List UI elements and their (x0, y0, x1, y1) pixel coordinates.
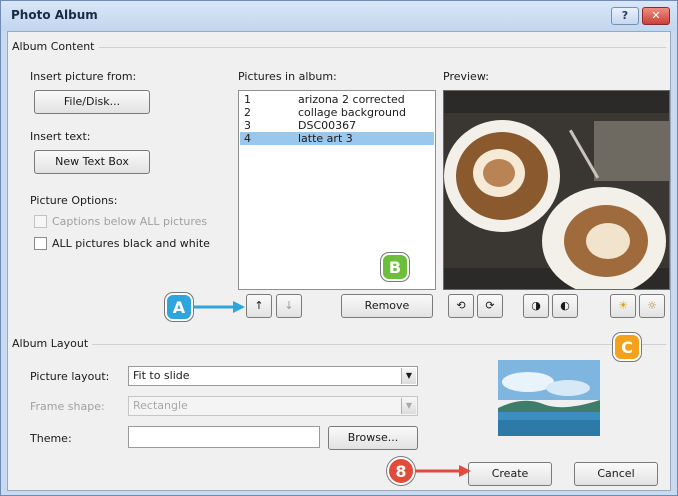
title-bar: Photo Album ? ✕ (1, 1, 677, 31)
picture-layout-select[interactable]: Fit to slide ▼ (128, 366, 418, 386)
list-item[interactable]: 3 DSC00367 (240, 119, 434, 132)
album-content-divider (12, 47, 666, 48)
photo-album-dialog: Photo Album ? ✕ Album Content Insert pic… (0, 0, 678, 496)
insert-picture-label: Insert picture from: (30, 70, 137, 83)
album-layout-group-label: Album Layout (12, 337, 93, 350)
arrow-down-icon: ↓ (284, 299, 294, 312)
browse-button[interactable]: Browse... (328, 426, 418, 450)
help-button[interactable]: ? (611, 7, 639, 25)
rotate-right-icon: ⟳ (485, 299, 495, 312)
dialog-body: Album Content Insert picture from: File/… (7, 31, 671, 491)
dialog-title: Photo Album (11, 8, 98, 22)
brightness-increase-button[interactable]: ☀ (610, 294, 636, 318)
captions-option-label: Captions below ALL pictures (52, 215, 208, 228)
list-item[interactable]: 2 collage background (240, 106, 434, 119)
preview-label: Preview: (443, 70, 489, 83)
black-white-option-label: ALL pictures black and white (52, 237, 210, 250)
landscape-thumbnail-image (498, 360, 600, 436)
frame-shape-value: Rectangle (133, 399, 188, 412)
rotate-left-icon: ⟲ (456, 299, 466, 312)
rotate-right-button[interactable]: ⟳ (477, 294, 503, 318)
close-button[interactable]: ✕ (642, 7, 670, 25)
file-disk-button[interactable]: File/Disk... (34, 90, 150, 114)
move-up-button[interactable]: ↑ (246, 294, 272, 318)
create-button[interactable]: Create (468, 462, 552, 486)
latte-art-preview-image (444, 91, 669, 289)
theme-input[interactable] (128, 426, 320, 448)
album-content-group-label: Album Content (12, 40, 99, 53)
cancel-button[interactable]: Cancel (574, 462, 658, 486)
pictures-in-album-label: Pictures in album: (238, 70, 337, 83)
frame-shape-select[interactable]: Rectangle ▼ (128, 396, 418, 416)
picture-layout-value: Fit to slide (133, 369, 190, 382)
close-icon: ✕ (651, 9, 661, 22)
remove-button[interactable]: Remove (341, 294, 433, 318)
contrast-increase-icon: ◑ (531, 299, 541, 312)
brightness-decrease-icon: ☼ (647, 299, 657, 312)
new-text-box-button[interactable]: New Text Box (34, 150, 150, 174)
brightness-increase-icon: ☀ (618, 299, 628, 312)
step-8-badge: 8 (387, 457, 415, 485)
brightness-decrease-button[interactable]: ☼ (639, 294, 665, 318)
picture-layout-label: Picture layout: (30, 370, 110, 383)
chevron-down-icon: ▼ (401, 398, 416, 414)
picture-options-label: Picture Options: (30, 194, 118, 207)
captions-checkbox[interactable] (34, 215, 47, 228)
insert-text-label: Insert text: (30, 130, 91, 143)
list-item-selected[interactable]: 4 latte art 3 (240, 132, 434, 145)
layout-preview-thumbnail (498, 360, 600, 436)
theme-label: Theme: (30, 432, 72, 445)
move-down-button[interactable]: ↓ (276, 294, 302, 318)
list-item[interactable]: 1 arizona 2 corrected (240, 93, 434, 106)
chevron-down-icon: ▼ (401, 368, 416, 384)
contrast-decrease-icon: ◐ (560, 299, 570, 312)
picture-preview (443, 90, 670, 290)
callout-b-badge: B (381, 253, 409, 281)
frame-shape-label: Frame shape: (30, 400, 105, 413)
callout-a-arrow-icon (193, 301, 245, 313)
album-layout-divider (12, 344, 666, 345)
step-8-arrow-icon (415, 465, 471, 477)
black-white-checkbox[interactable] (34, 237, 47, 250)
contrast-decrease-button[interactable]: ◐ (552, 294, 578, 318)
callout-c-badge: C (613, 333, 641, 361)
callout-a-badge: A (165, 293, 193, 321)
arrow-up-icon: ↑ (254, 299, 264, 312)
rotate-left-button[interactable]: ⟲ (448, 294, 474, 318)
contrast-increase-button[interactable]: ◑ (523, 294, 549, 318)
